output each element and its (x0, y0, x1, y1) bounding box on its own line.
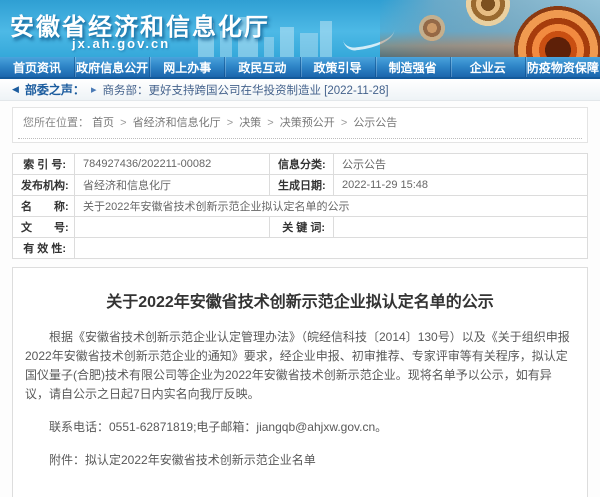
breadcrumb-separator: > (120, 117, 126, 129)
breadcrumb-item-department[interactable]: 省经济和信息化厅 (133, 117, 221, 129)
ticker-news-title: 商务部：更好支持跨国公司在华投资制造业 (102, 85, 321, 97)
article-paragraph-contact: 联系电话：0551-62871819;电子邮箱：jiangqb@ahjxw.go… (25, 418, 575, 437)
article-title: 关于2022年安徽省技术创新示范企业拟认定名单的公示 (25, 288, 575, 312)
breadcrumb-separator: > (227, 117, 233, 129)
table-row: 索 引 号: 784927436/202211-00082 信息分类: 公示公告 (13, 154, 588, 175)
info-value-doc-number (75, 217, 270, 238)
breadcrumb-item-decisions[interactable]: 决策 (239, 117, 261, 129)
nav-item-epidemic-supplies[interactable]: 防疫物资保障 (525, 57, 600, 77)
info-label-doc-number: 文 号: (13, 217, 75, 238)
breadcrumb-item-announcements[interactable]: 公示公告 (353, 117, 397, 129)
nav-item-gov-info-disclosure[interactable]: 政府信息公开 (74, 57, 149, 77)
breadcrumb-separator: > (267, 117, 273, 129)
main-content: 您所在位置： 首页 > 省经济和信息化厅 > 决策 > 决策预公开 > 公示公告… (0, 101, 600, 497)
info-value-date-generated: 2022-11-29 15:48 (334, 175, 588, 196)
breadcrumb-prefix: 您所在位置： (23, 117, 89, 129)
main-nav: 首页资讯 政府信息公开 网上办事 政民互动 政策引导 制造强省 企业云 防疫物资… (0, 57, 600, 79)
breadcrumb-separator: > (341, 117, 347, 129)
nav-item-enterprise-cloud[interactable]: 企业云 (450, 57, 525, 77)
table-row: 文 号: 关 键 词: (13, 217, 588, 238)
breadcrumb-item-home[interactable]: 首页 (92, 117, 114, 129)
breadcrumb-item-pre-disclosure[interactable]: 决策预公开 (280, 117, 335, 129)
nav-item-policy-guidance[interactable]: 政策引导 (300, 57, 375, 77)
article-paragraph-attachment: 附件：拟认定2022年安徽省技术创新示范企业名单 (25, 451, 575, 470)
article-box: 关于2022年安徽省技术创新示范企业拟认定名单的公示 根据《安徽省技术创新示范企… (12, 267, 588, 497)
header-banner: 安徽省经济和信息化厅 jx.ah.gov.cn (0, 0, 600, 57)
copper-coils-image (380, 0, 600, 57)
table-row: 有 效 性: (13, 238, 588, 259)
article-body: 根据《安徽省技术创新示范企业认定管理办法》（皖经信科技〔2014〕130号）以及… (25, 328, 575, 497)
breadcrumb-box: 您所在位置： 首页 > 省经济和信息化厅 > 决策 > 决策预公开 > 公示公告 (12, 107, 588, 143)
info-label-keywords: 关 键 词: (270, 217, 334, 238)
info-value-name: 关于2022年安徽省技术创新示范企业拟认定名单的公示 (75, 196, 588, 217)
ticker-caret-icon: ▸ (91, 83, 97, 96)
nav-item-manufacturing-province[interactable]: 制造强省 (375, 57, 450, 77)
article-paragraph-main: 根据《安徽省技术创新示范企业认定管理办法》（皖经信科技〔2014〕130号）以及… (25, 328, 575, 404)
info-label-category: 信息分类: (270, 154, 334, 175)
breadcrumb: 您所在位置： 首页 > 省经济和信息化厅 > 决策 > 决策预公开 > 公示公告 (13, 108, 587, 138)
info-label-index-number: 索 引 号: (13, 154, 75, 175)
ticker-section-label: 部委之声： (25, 81, 85, 98)
info-value-index-number: 784927436/202211-00082 (75, 154, 270, 175)
dotted-divider (18, 138, 582, 139)
ticker-news-link[interactable]: 商务部：更好支持跨国公司在华投资制造业 [2022-11-28] (102, 82, 388, 98)
table-row: 发布机构: 省经济和信息化厅 生成日期: 2022-11-29 15:48 (13, 175, 588, 196)
nav-item-online-services[interactable]: 网上办事 (149, 57, 224, 77)
info-value-category: 公示公告 (334, 154, 588, 175)
table-row: 名 称: 关于2022年安徽省技术创新示范企业拟认定名单的公示 (13, 196, 588, 217)
info-value-publisher: 省经济和信息化厅 (75, 175, 270, 196)
info-label-publisher: 发布机构: (13, 175, 75, 196)
site-url: jx.ah.gov.cn (72, 36, 170, 51)
info-label-name: 名 称: (13, 196, 75, 217)
nav-item-home-news[interactable]: 首页资讯 (0, 57, 74, 77)
nav-item-public-interaction[interactable]: 政民互动 (224, 57, 299, 77)
info-table: 索 引 号: 784927436/202211-00082 信息分类: 公示公告… (12, 153, 588, 259)
info-label-validity: 有 效 性: (13, 238, 75, 259)
ticker-news-date: [2022-11-28] (324, 85, 388, 97)
info-label-date-generated: 生成日期: (270, 175, 334, 196)
news-ticker: ◀ 部委之声： ▸ 商务部：更好支持跨国公司在华投资制造业 [2022-11-2… (0, 79, 600, 101)
info-value-validity (75, 238, 588, 259)
info-value-keywords (334, 217, 588, 238)
ticker-prev-icon: ◀ (12, 84, 19, 95)
